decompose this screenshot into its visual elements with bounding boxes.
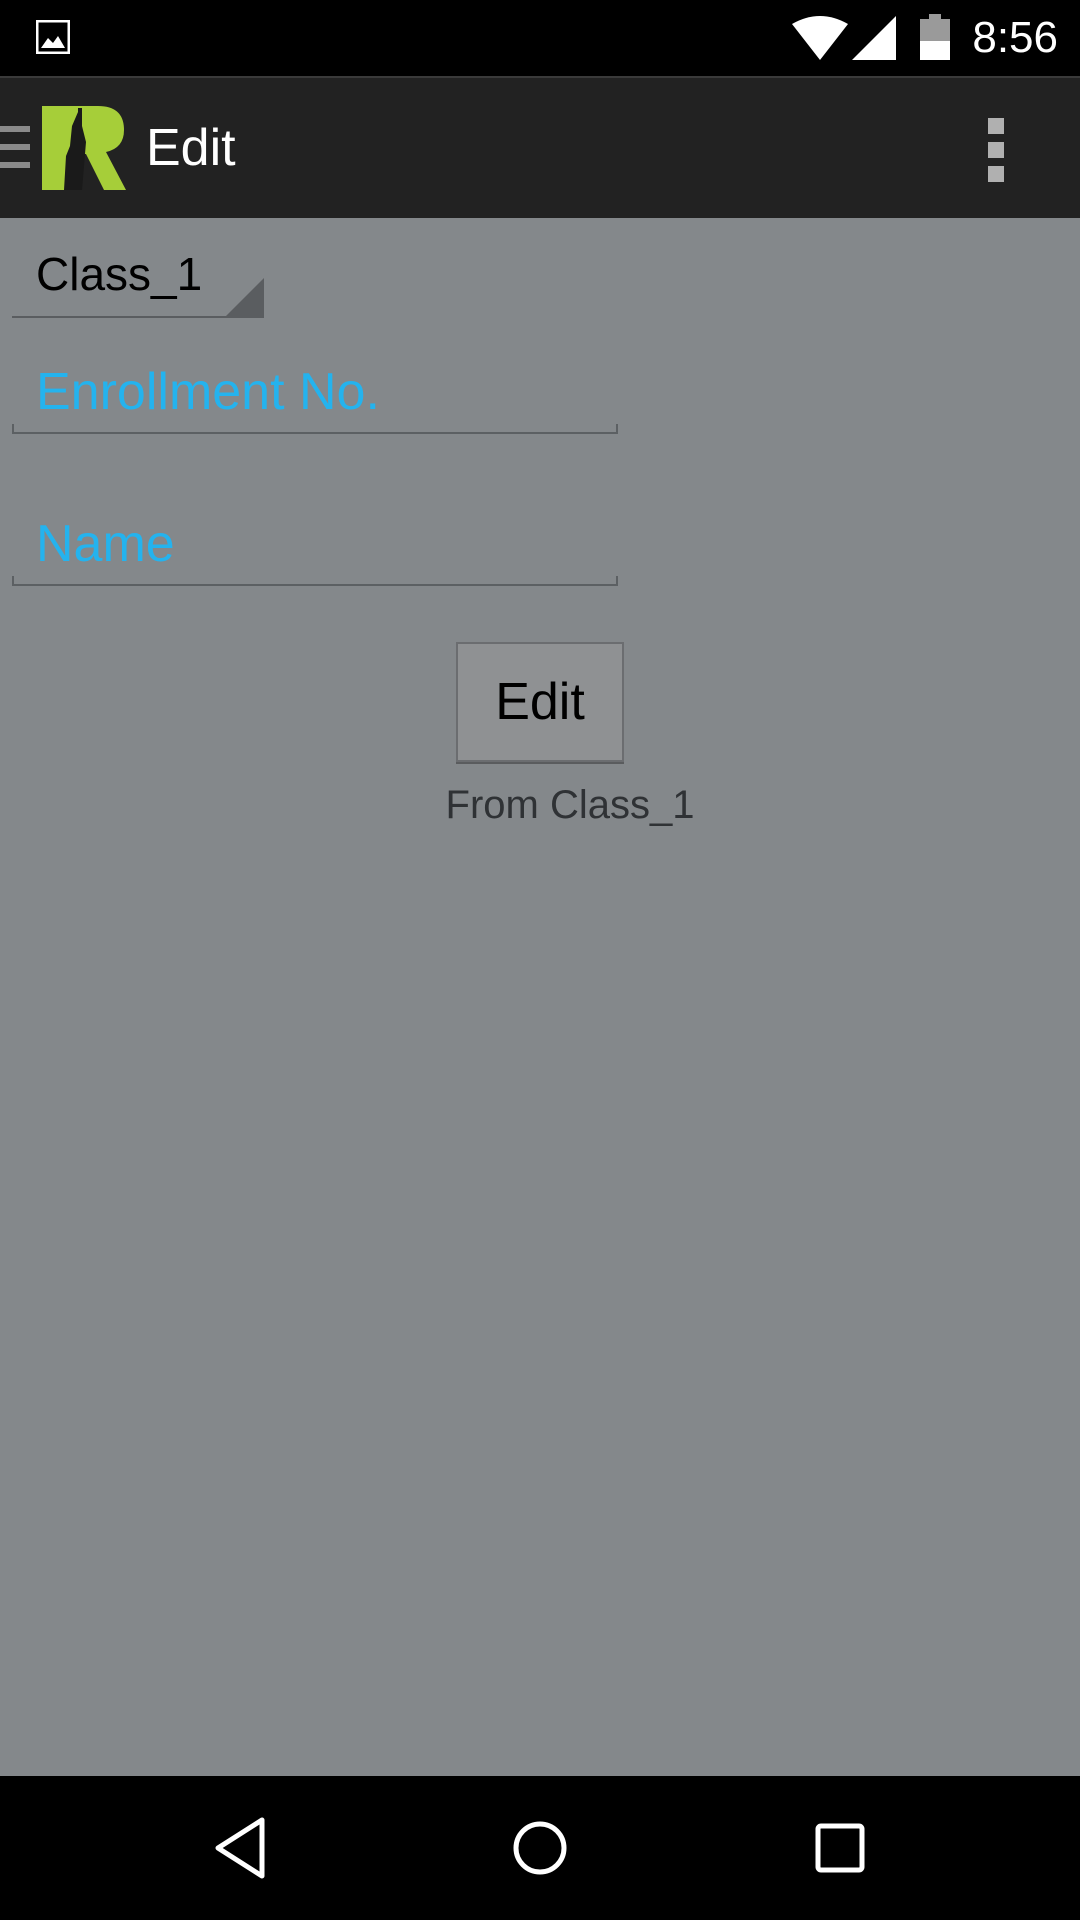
overflow-menu-icon[interactable] xyxy=(976,118,1016,182)
spinner-arrow-icon xyxy=(226,278,264,316)
status-bar: 8:56 xyxy=(0,0,1080,76)
recents-icon[interactable] xyxy=(814,1816,866,1880)
name-input[interactable] xyxy=(36,514,596,574)
battery-icon xyxy=(920,14,950,60)
enrollment-field xyxy=(12,354,618,434)
drawer-icon[interactable] xyxy=(0,126,30,170)
class-spinner[interactable]: Class_1 xyxy=(12,240,264,318)
app-logo[interactable] xyxy=(42,106,126,190)
wifi-icon xyxy=(792,16,848,60)
class-spinner-value: Class_1 xyxy=(36,248,203,300)
screen: 8:56 Edit Class_1 Enrollment No. Name Ed… xyxy=(0,0,1080,1920)
name-field xyxy=(12,506,618,586)
home-icon[interactable] xyxy=(512,1816,568,1880)
action-bar: Edit xyxy=(0,76,1080,218)
navigation-bar xyxy=(0,1776,1080,1920)
edit-button[interactable]: Edit xyxy=(456,642,624,762)
back-icon[interactable] xyxy=(212,1816,268,1880)
screen-title: Edit xyxy=(146,119,236,177)
from-class-label: From Class_1 xyxy=(445,783,695,827)
gallery-icon xyxy=(36,20,70,54)
signal-icon xyxy=(852,16,896,60)
status-time: 8:56 xyxy=(972,13,1058,62)
enrollment-input[interactable] xyxy=(36,362,596,422)
